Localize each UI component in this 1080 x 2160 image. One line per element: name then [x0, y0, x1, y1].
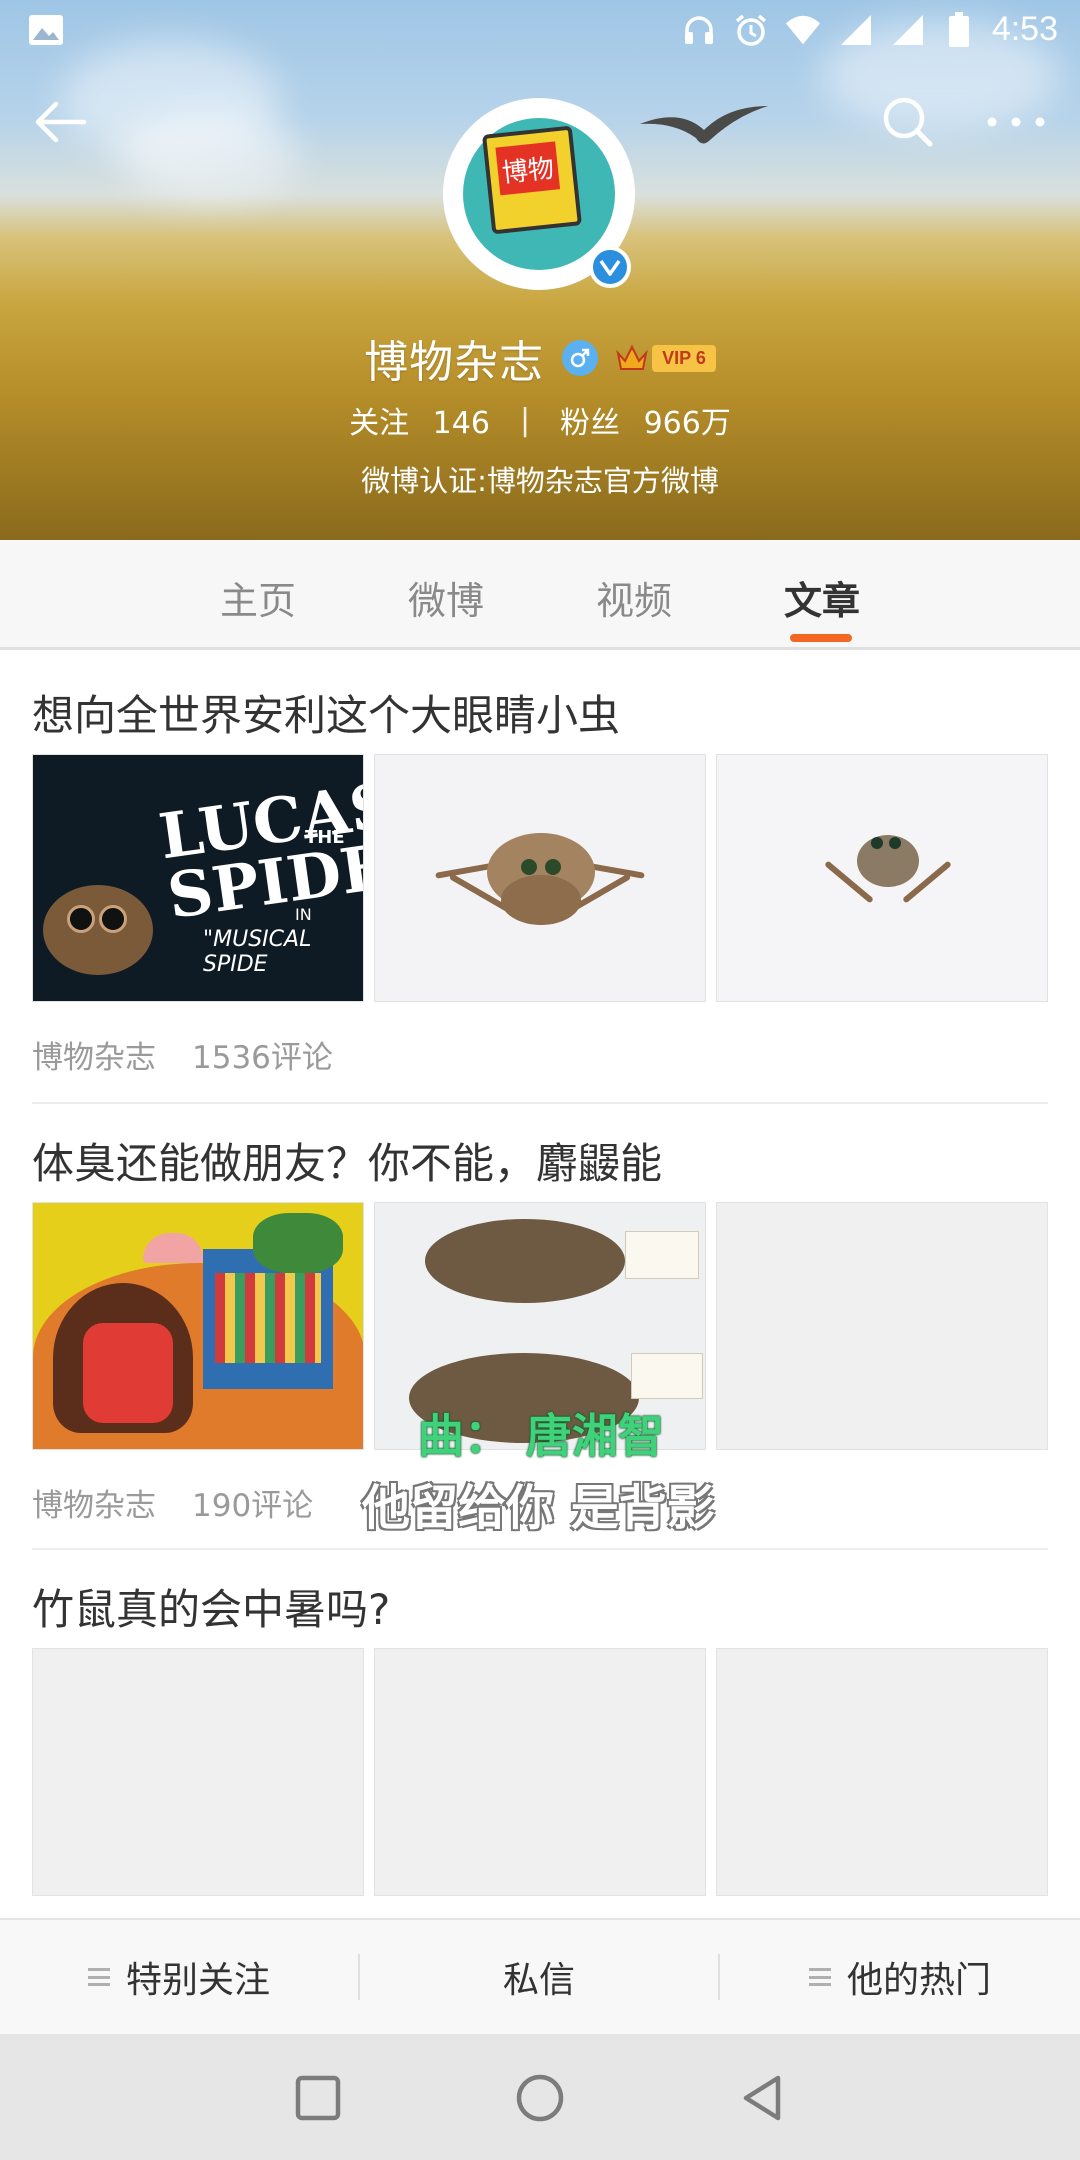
followers-label: 粉丝 [560, 406, 621, 441]
message-button[interactable]: 私信 [360, 1920, 718, 2034]
article-comments[interactable]: 1536评论 [192, 1032, 333, 1077]
article-card[interactable]: 想向全世界安利这个大眼睛小虫 LUCAS SPIDE THE IN "MUSIC… [32, 682, 1048, 1076]
profile-stats: 关注 146 | 粉丝 966万 [0, 398, 1080, 442]
article-thumbnail[interactable] [32, 1648, 364, 1896]
article-thumbnail[interactable] [32, 1202, 364, 1450]
article-thumbnail[interactable]: LUCAS SPIDE THE IN "MUSICAL SPIDE [32, 754, 364, 1002]
active-tab-indicator [790, 634, 852, 642]
divider [32, 1548, 1048, 1550]
article-thumbnail[interactable] [716, 1648, 1048, 1896]
following-label: 关注 [349, 406, 410, 441]
verification-text: 微博认证:博物杂志官方微博 [361, 464, 719, 498]
stats-separator: | [519, 402, 531, 438]
article-author: 博物杂志 [32, 1040, 156, 1076]
home-button[interactable] [504, 2062, 576, 2134]
following-count: 146 [432, 406, 490, 441]
alarm-icon [732, 11, 770, 49]
article-thumbnail[interactable] [374, 754, 706, 1002]
tab-weibo[interactable]: 微博 [408, 570, 484, 625]
crown-icon [616, 344, 648, 370]
signal-icon [836, 11, 874, 49]
followers-stat[interactable]: 粉丝 966万 [560, 398, 731, 442]
more-button[interactable] [980, 90, 1052, 154]
special-follow-label: 特别关注 [125, 1960, 270, 2001]
image-icon [28, 14, 64, 50]
battery-icon [940, 11, 978, 49]
arrow-left-icon [35, 101, 87, 143]
his-hot-label: 他的热门 [846, 1960, 991, 2001]
article-thumbnail[interactable] [374, 1648, 706, 1896]
menu-icon [87, 1968, 110, 1986]
article-title: 体臭还能做朋友？你不能，麝鼹能 [32, 1139, 663, 1188]
status-time: 4:53 [991, 10, 1058, 48]
wifi-icon [784, 11, 822, 49]
search-icon [883, 97, 933, 147]
system-navigation-bar [0, 2034, 1080, 2160]
avatar-logo-text: 博物 [495, 141, 561, 196]
menu-icon [808, 1968, 831, 1986]
following-stat[interactable]: 关注 146 [349, 398, 490, 442]
bird-image [640, 106, 768, 144]
more-dots-icon [987, 117, 1045, 127]
recents-button[interactable] [282, 2062, 354, 2134]
special-follow-button[interactable]: 特别关注 [0, 1920, 358, 2034]
tab-home[interactable]: 主页 [220, 570, 296, 625]
followers-count: 966万 [643, 406, 731, 441]
profile-name: 博物杂志 [364, 337, 545, 388]
status-bar: 4:53 [0, 0, 1080, 64]
article-author: 博物杂志 [32, 1488, 156, 1524]
his-hot-button[interactable]: 他的热门 [720, 1920, 1080, 2034]
back-nav-button[interactable] [726, 2062, 798, 2134]
article-card[interactable]: 竹鼠真的会中暑吗? [32, 1576, 1048, 1896]
lyric-overlay-line1: 曲： 唐湘智 [418, 1409, 665, 1463]
lucas-subtitle: "MUSICAL SPIDE [203, 927, 312, 977]
article-thumbnail[interactable] [716, 1202, 1048, 1450]
circle-icon [516, 2074, 564, 2122]
profile-header: 4:53 博物 博物杂志 VIP 6 关注 146 | 粉丝 966万 微博认证… [0, 0, 1080, 540]
divider [32, 1102, 1048, 1104]
lyric-overlay-line2: 他留给你 是背影 [362, 1480, 715, 1536]
message-label: 私信 [502, 1960, 575, 2001]
tab-video[interactable]: 视频 [596, 570, 672, 625]
profile-tabs: 主页 微博 视频 文章 [0, 540, 1080, 650]
article-title: 竹鼠真的会中暑吗? [32, 1585, 391, 1634]
male-gender-icon [562, 340, 599, 376]
tab-articles[interactable]: 文章 [784, 570, 860, 625]
square-icon [295, 2075, 341, 2121]
signal-icon [888, 11, 926, 49]
lucas-the-text: THE [305, 827, 345, 848]
headphones-icon [680, 11, 718, 49]
avatar[interactable]: 博物 [443, 98, 635, 290]
article-comments[interactable]: 190评论 [192, 1480, 313, 1525]
profile-action-bar: 特别关注 私信 他的热门 [0, 1918, 1080, 2034]
search-button[interactable] [876, 90, 940, 154]
article-card[interactable]: 体臭还能做朋友？你不能，麝鼹能 博物杂志 190评论 [32, 1130, 1048, 1524]
back-button[interactable] [28, 90, 92, 154]
article-title: 想向全世界安利这个大眼睛小虫 [32, 691, 621, 740]
verified-badge-icon [589, 246, 631, 288]
triangle-back-icon [743, 2075, 781, 2121]
vip-badge[interactable]: VIP 6 [616, 343, 716, 373]
vip-level-label: VIP 6 [652, 344, 716, 372]
lucas-in-text: IN [295, 905, 312, 924]
article-thumbnail[interactable] [716, 754, 1048, 1002]
